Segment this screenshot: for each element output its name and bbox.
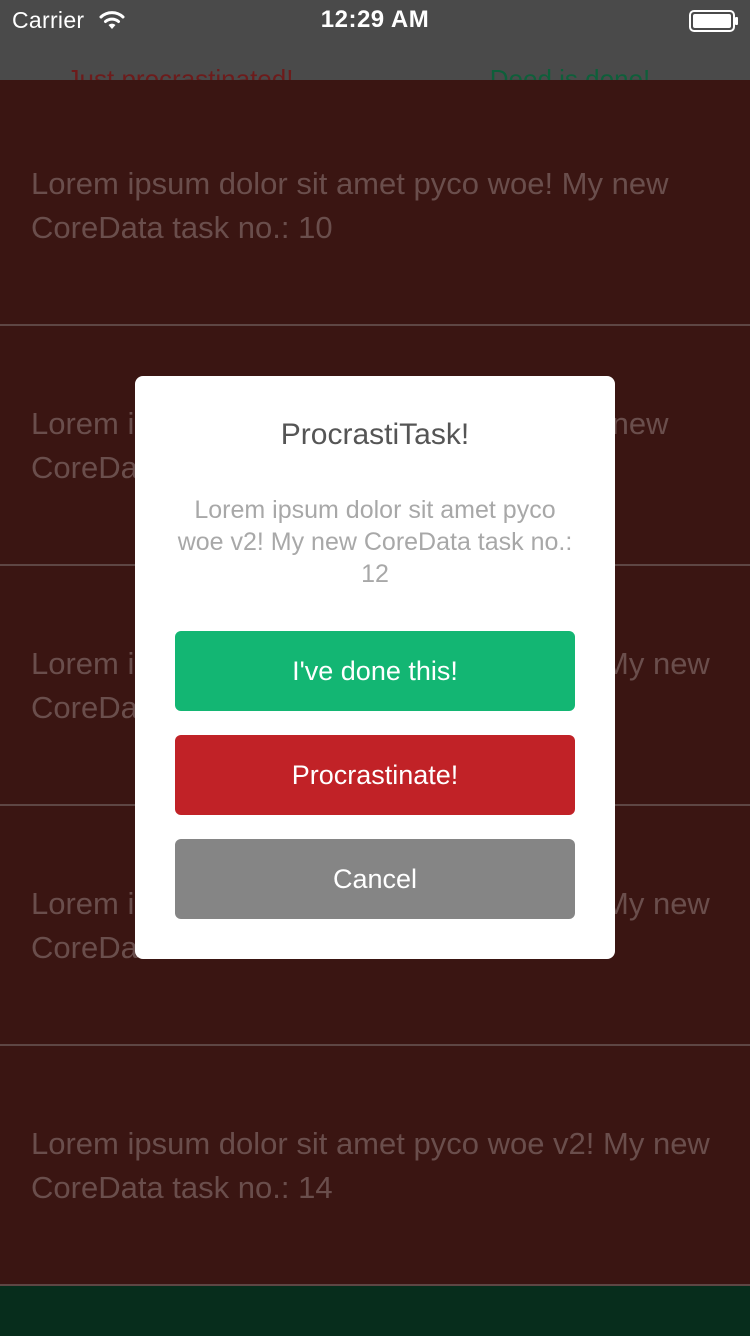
footer-bar: [0, 1286, 750, 1336]
alert-dialog: ProcrastiTask! Lorem ipsum dolor sit ame…: [135, 376, 615, 959]
done-button[interactable]: I've done this!: [175, 631, 575, 711]
alert-title: ProcrastiTask!: [280, 418, 470, 451]
task-row[interactable]: Lorem ipsum dolor sit amet pyco woe v2! …: [0, 1046, 750, 1286]
task-text: Lorem ipsum dolor sit amet pyco woe v2! …: [31, 1126, 710, 1205]
procrastinate-button[interactable]: Procrastinate!: [175, 735, 575, 815]
app-screen: Just procrastinated! Deed is done! Carri…: [0, 0, 750, 1336]
status-bar: Carrier 12:29 AM: [0, 0, 750, 40]
status-time: 12:29 AM: [320, 6, 430, 33]
cancel-button[interactable]: Cancel: [175, 839, 575, 919]
task-row[interactable]: Lorem ipsum dolor sit amet pyco woe! My …: [0, 80, 750, 326]
task-text: Lorem ipsum dolor sit amet pyco woe! My …: [31, 166, 669, 245]
battery-icon: [689, 10, 738, 32]
alert-message: Lorem ipsum dolor sit amet pyco woe v2! …: [177, 496, 573, 588]
